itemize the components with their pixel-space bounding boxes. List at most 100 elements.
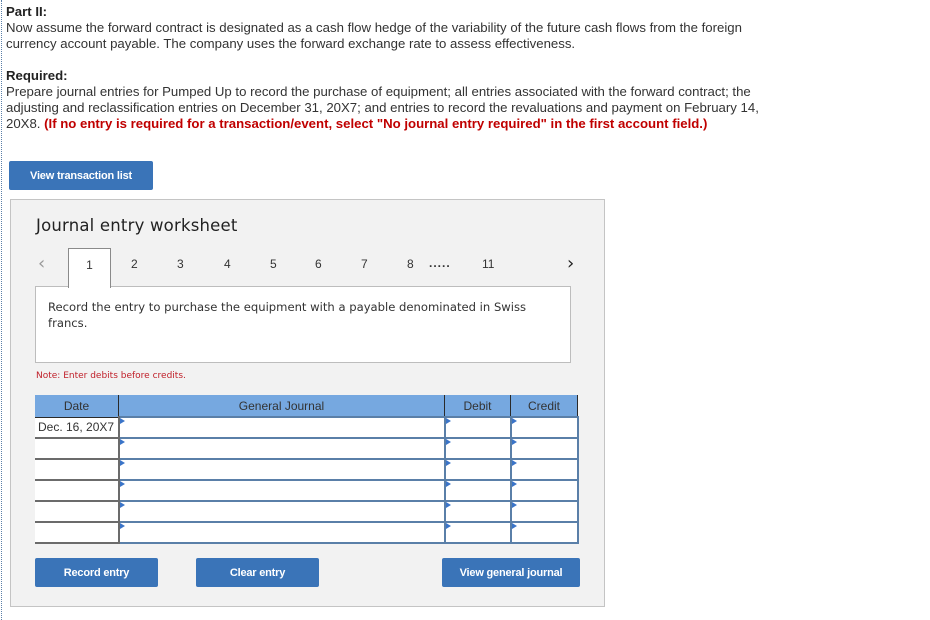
pager-tab-4[interactable]: 4	[224, 257, 231, 271]
credit-cell[interactable]	[509, 479, 579, 502]
header-date: Date	[35, 395, 119, 418]
debit-cell[interactable]	[443, 416, 512, 439]
credit-cell[interactable]	[509, 521, 579, 544]
account-select[interactable]	[119, 439, 444, 458]
pager-tab-1[interactable]: 1	[68, 248, 111, 288]
debit-cell[interactable]	[443, 479, 512, 502]
journal-row: Dec. 16, 20X7	[35, 416, 579, 439]
dropdown-marker-icon	[511, 439, 517, 445]
dropdown-marker-icon	[511, 502, 517, 508]
row-date: Dec. 16, 20X7	[35, 417, 120, 439]
debit-cell[interactable]	[443, 521, 512, 544]
dropdown-marker-icon	[445, 502, 451, 508]
account-cell[interactable]	[117, 458, 446, 481]
required-heading: Required:	[6, 68, 68, 83]
header-debit: Debit	[444, 395, 511, 418]
row-date	[35, 438, 120, 460]
journal-row	[35, 521, 579, 544]
dropdown-marker-icon	[445, 523, 451, 529]
account-select[interactable]	[119, 523, 444, 542]
account-select[interactable]	[119, 481, 444, 500]
row-date	[35, 522, 120, 544]
view-transaction-list-button[interactable]: View transaction list	[9, 161, 153, 190]
required-line-3: 20X8. (If no entry is required for a tra…	[6, 116, 826, 132]
dropdown-marker-icon	[119, 523, 125, 529]
pager-tab-7[interactable]: 7	[361, 257, 368, 271]
journal-table: Date General Journal Debit Credit Dec. 1…	[35, 395, 579, 544]
chevron-right-icon[interactable]: ›	[567, 253, 574, 274]
credit-input[interactable]	[511, 418, 577, 437]
credit-input[interactable]	[511, 523, 577, 542]
pager-tab-5[interactable]: 5	[270, 257, 277, 271]
pager-ellipsis: .....	[429, 256, 451, 270]
credit-cell[interactable]	[509, 437, 579, 460]
row-date	[35, 459, 120, 481]
header-general-journal: General Journal	[118, 395, 445, 418]
row-date	[35, 480, 120, 502]
journal-row	[35, 458, 579, 481]
dropdown-marker-icon	[119, 481, 125, 487]
part-text-line-1: Now assume the forward contract is desig…	[6, 20, 742, 35]
account-cell[interactable]	[117, 500, 446, 523]
debit-input[interactable]	[445, 502, 510, 521]
debit-cell[interactable]	[443, 458, 512, 481]
dropdown-marker-icon	[445, 481, 451, 487]
dropdown-marker-icon	[445, 460, 451, 466]
pager-tab-6[interactable]: 6	[315, 257, 322, 271]
credit-input[interactable]	[511, 439, 577, 458]
clear-entry-button[interactable]: Clear entry	[196, 558, 319, 587]
pager-tab-11[interactable]: 11	[482, 257, 494, 271]
account-select[interactable]	[119, 418, 444, 437]
required-instruction: (If no entry is required for a transacti…	[44, 116, 708, 131]
chevron-left-icon[interactable]: ‹	[38, 253, 45, 274]
dropdown-marker-icon	[119, 502, 125, 508]
debit-cell[interactable]	[443, 437, 512, 460]
dropdown-marker-icon	[119, 439, 125, 445]
account-select[interactable]	[119, 460, 444, 479]
dropdown-marker-icon	[445, 439, 451, 445]
record-entry-button[interactable]: Record entry	[35, 558, 158, 587]
journal-entry-worksheet-panel: Journal entry worksheet ‹ 1 2 3 4 5 6 7 …	[10, 199, 605, 607]
dropdown-marker-icon	[511, 523, 517, 529]
dropdown-marker-icon	[119, 418, 125, 424]
account-cell[interactable]	[117, 416, 446, 439]
dropdown-marker-icon	[511, 481, 517, 487]
entry-pager: ‹ 1 2 3 4 5 6 7 8 ..... 11 ›	[11, 248, 604, 288]
account-cell[interactable]	[117, 479, 446, 502]
pager-tab-8[interactable]: 8	[407, 257, 414, 271]
credit-input[interactable]	[511, 460, 577, 479]
credit-cell[interactable]	[509, 458, 579, 481]
journal-row	[35, 437, 579, 460]
header-credit: Credit	[510, 395, 578, 418]
credit-cell[interactable]	[509, 416, 579, 439]
credit-input[interactable]	[511, 502, 577, 521]
dropdown-marker-icon	[511, 418, 517, 424]
worksheet-title: Journal entry worksheet	[36, 216, 238, 235]
account-select[interactable]	[119, 502, 444, 521]
part-heading: Part II:	[6, 4, 48, 19]
pager-tab-3[interactable]: 3	[177, 257, 184, 271]
account-cell[interactable]	[117, 437, 446, 460]
credit-cell[interactable]	[509, 500, 579, 523]
pager-tab-2[interactable]: 2	[131, 257, 138, 271]
dropdown-marker-icon	[119, 460, 125, 466]
journal-row	[35, 500, 579, 523]
account-cell[interactable]	[117, 521, 446, 544]
journal-row	[35, 479, 579, 502]
dropdown-marker-icon	[511, 460, 517, 466]
debit-input[interactable]	[445, 523, 510, 542]
debit-cell[interactable]	[443, 500, 512, 523]
entry-description: Record the entry to purchase the equipme…	[35, 286, 571, 363]
part-text-line-2: currency account payable. The company us…	[6, 36, 576, 51]
required-line-2: adjusting and reclassification entries o…	[6, 100, 759, 115]
debit-input[interactable]	[445, 439, 510, 458]
debits-note: Note: Enter debits before credits.	[36, 371, 186, 381]
journal-table-header: Date General Journal Debit Credit	[35, 395, 578, 418]
debit-input[interactable]	[445, 481, 510, 500]
dropdown-marker-icon	[445, 418, 451, 424]
required-line-1: Prepare journal entries for Pumped Up to…	[6, 84, 751, 99]
view-general-journal-button[interactable]: View general journal	[442, 558, 580, 587]
credit-input[interactable]	[511, 481, 577, 500]
debit-input[interactable]	[445, 460, 510, 479]
debit-input[interactable]	[445, 418, 510, 437]
